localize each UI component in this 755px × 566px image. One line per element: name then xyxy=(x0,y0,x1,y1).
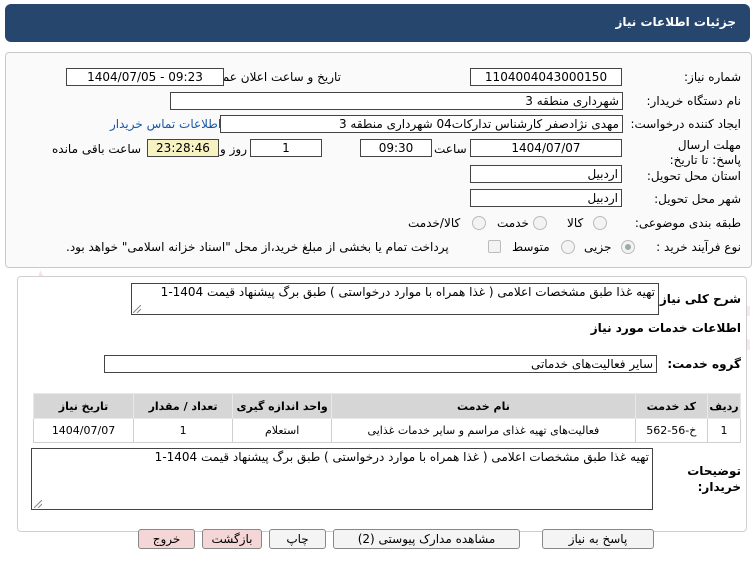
city-field: اردبیل xyxy=(470,189,622,207)
buyer-notes-label: توضیحات خریدار: xyxy=(687,464,741,494)
category-radio-goods-service[interactable] xyxy=(472,216,486,230)
category-label: طبقه بندی موضوعی: xyxy=(634,216,741,230)
col-quantity: تعداد / مقدار xyxy=(133,393,234,419)
service-group-label: گروه خدمت: xyxy=(667,357,741,371)
need-number-field: 1104004043000150 xyxy=(470,68,622,86)
deadline-label: مهلت ارسال پاسخ: تا تاریخ: xyxy=(669,138,741,167)
category-radio-service[interactable] xyxy=(533,216,547,230)
process-radio-medium[interactable] xyxy=(561,240,575,254)
need-number-label: شماره نیاز: xyxy=(684,70,741,84)
services-heading: اطلاعات خدمات مورد نیاز xyxy=(590,321,741,335)
announce-field: 1404/07/05 - 09:23 xyxy=(66,68,224,86)
buyer-notes-text: تهیه غذا طبق مشخصات اعلامی ( غذا همراه ب… xyxy=(154,450,649,464)
city-label: شهر محل تحویل: xyxy=(654,192,741,206)
description-text: تهیه غذا طبق مشخصات اعلامی ( غذا همراه ب… xyxy=(160,285,655,299)
days-label: روز و xyxy=(220,142,247,156)
process-label: نوع فرآیند خرید : xyxy=(656,240,741,254)
deadline-time-field: 09:30 xyxy=(360,139,432,157)
col-service-name: نام خدمت xyxy=(331,393,636,419)
cell-need-date: 1404/07/07 xyxy=(32,418,135,443)
resize-grip-icon[interactable] xyxy=(34,500,42,508)
services-table: ردیف کد خدمت نام خدمت واحد اندازه گیری ت… xyxy=(32,393,741,443)
creator-label: ایجاد کننده درخواست: xyxy=(630,117,741,131)
category-option-goods: کالا xyxy=(567,216,584,230)
creator-field: مهدی نژادصفر کارشناس تدارکات04 شهرداری م… xyxy=(220,115,623,133)
deadline-date-field: 1404/07/07 xyxy=(470,139,622,157)
remaining-label: ساعت باقی مانده xyxy=(52,142,142,156)
resize-grip-icon[interactable] xyxy=(133,305,141,313)
table-row: 1 خ-56-562 فعالیت‌های تهیه غذای مراسم و … xyxy=(32,418,741,443)
col-unit: واحد اندازه گیری xyxy=(232,393,333,419)
page-title: جزئیات اطلاعات نیاز xyxy=(615,15,736,29)
cell-service-name: فعالیت‌های تهیه غذای مراسم و سایر خدمات … xyxy=(331,418,636,443)
province-field: اردبیل xyxy=(470,165,622,183)
contact-buyer-link[interactable]: اطلاعات تماس خریدار xyxy=(110,117,221,131)
province-label: استان محل تحویل: xyxy=(646,169,741,183)
table-header-row: ردیف کد خدمت نام خدمت واحد اندازه گیری ت… xyxy=(32,393,741,419)
description-field: تهیه غذا طبق مشخصات اعلامی ( غذا همراه ب… xyxy=(131,283,659,315)
treasury-checkbox[interactable] xyxy=(488,240,501,253)
process-radio-minor[interactable] xyxy=(621,240,635,254)
col-need-date: تاریخ نیاز xyxy=(32,393,135,419)
page-header: جزئیات اطلاعات نیاز xyxy=(5,4,750,42)
category-radio-goods[interactable] xyxy=(593,216,607,230)
print-button[interactable]: چاپ xyxy=(269,529,326,549)
buyer-org-field: شهرداری منطقه 3 xyxy=(170,92,623,110)
cell-quantity: 1 xyxy=(133,418,234,443)
process-option-medium: متوسط xyxy=(512,240,550,254)
cell-row: 1 xyxy=(707,418,741,443)
exit-button[interactable]: خروج xyxy=(138,529,195,549)
payment-note: پرداخت تمام یا بخشی از مبلغ خرید،از محل … xyxy=(66,240,449,254)
col-service-code: کد خدمت xyxy=(634,393,709,419)
cell-unit: استعلام xyxy=(232,418,333,443)
cell-service-code: خ-56-562 xyxy=(634,418,709,443)
deadline-time-label: ساعت xyxy=(434,142,467,156)
days-field: 1 xyxy=(250,139,322,157)
col-row: ردیف xyxy=(707,393,741,419)
reply-button[interactable]: پاسخ به نیاز xyxy=(542,529,654,549)
process-option-minor: جزیی xyxy=(584,240,612,254)
attachments-button[interactable]: مشاهده مدارک پیوستی (2) xyxy=(333,529,520,549)
service-group-field: سایر فعالیت‌های خدماتی xyxy=(104,355,657,373)
description-label: شرح کلی نیاز: xyxy=(655,292,741,306)
category-option-goods-service: کالا/خدمت xyxy=(408,216,461,230)
buyer-notes-field: تهیه غذا طبق مشخصات اعلامی ( غذا همراه ب… xyxy=(31,448,653,510)
remaining-time-field: 23:28:46 xyxy=(147,139,219,157)
back-button[interactable]: بازگشت xyxy=(202,529,262,549)
buyer-org-label: نام دستگاه خریدار: xyxy=(646,94,742,108)
category-option-service: خدمت xyxy=(497,216,529,230)
